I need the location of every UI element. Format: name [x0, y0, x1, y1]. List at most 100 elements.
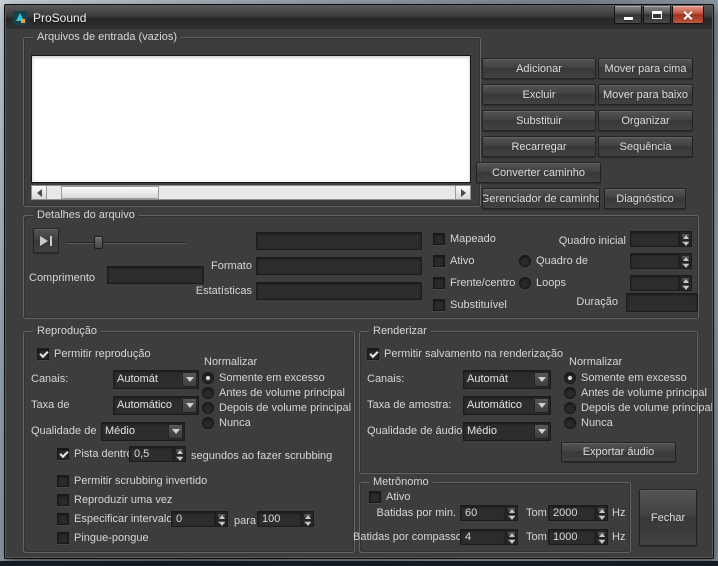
- range-checkbox[interactable]: [57, 513, 69, 525]
- scrub-seconds-spinner[interactable]: 0,5: [129, 446, 186, 462]
- playback-normalize-before-radio[interactable]: [202, 387, 214, 399]
- play-once-checkbox[interactable]: [57, 494, 69, 506]
- frame-of-spinner[interactable]: [630, 253, 692, 269]
- start-frame-input[interactable]: [630, 231, 679, 247]
- export-audio-button[interactable]: Exportar áudio: [561, 442, 676, 462]
- spinner-up-icon[interactable]: [681, 233, 690, 239]
- chevron-down-icon[interactable]: [182, 372, 197, 387]
- organize-button[interactable]: Organizar: [598, 110, 693, 131]
- render-rate-select[interactable]: Automático: [463, 396, 551, 415]
- start-frame-spinner[interactable]: [630, 231, 692, 247]
- scroll-right-button[interactable]: [455, 186, 470, 199]
- app-icon[interactable]: [13, 10, 27, 25]
- range-to-spinner[interactable]: 100: [257, 511, 314, 527]
- file-name-field[interactable]: [256, 232, 422, 250]
- metronome-active-checkbox[interactable]: [369, 491, 381, 503]
- spinner-up-icon[interactable]: [507, 531, 516, 537]
- duration-field[interactable]: [626, 293, 698, 312]
- loops-input[interactable]: [630, 275, 679, 291]
- play-button[interactable]: [33, 228, 59, 253]
- frame-of-input[interactable]: [630, 253, 679, 269]
- tone-low-spinner[interactable]: 1000: [548, 529, 608, 545]
- spinner-up-icon[interactable]: [175, 448, 184, 454]
- spinner-down-icon[interactable]: [175, 454, 184, 461]
- invert-scrub-checkbox[interactable]: [57, 475, 69, 487]
- spinner-up-icon[interactable]: [217, 513, 226, 519]
- remove-button[interactable]: Excluir: [482, 84, 596, 105]
- spinner-down-icon[interactable]: [597, 513, 606, 519]
- titlebar[interactable]: ProSound: [6, 6, 712, 29]
- chevron-down-icon[interactable]: [182, 398, 197, 413]
- render-normalize-excess-radio[interactable]: [564, 372, 576, 384]
- playback-quality-select[interactable]: Médio: [101, 422, 185, 441]
- render-normalize-after-radio[interactable]: [564, 402, 576, 414]
- spinner-down-icon[interactable]: [597, 537, 606, 543]
- add-button[interactable]: Adicionar: [482, 58, 596, 79]
- mapped-checkbox[interactable]: [433, 233, 445, 245]
- volume-slider-track[interactable]: [67, 242, 186, 244]
- beats-spinner[interactable]: 4: [460, 529, 518, 545]
- spinner-down-icon[interactable]: [507, 513, 516, 519]
- minimize-button[interactable]: [614, 6, 642, 24]
- spinner-up-icon[interactable]: [303, 513, 312, 519]
- scroll-track[interactable]: [47, 186, 455, 199]
- chevron-down-icon[interactable]: [534, 424, 549, 439]
- spinner-down-icon[interactable]: [681, 283, 690, 290]
- scrub-seconds-input[interactable]: 0,5: [129, 446, 173, 462]
- range-to-input[interactable]: 100: [257, 511, 301, 527]
- bpm-input[interactable]: 60: [460, 505, 505, 521]
- render-normalize-never-radio[interactable]: [564, 417, 576, 429]
- input-files-listbox[interactable]: [31, 55, 471, 183]
- range-from-input[interactable]: 0: [171, 511, 215, 527]
- active-checkbox[interactable]: [433, 255, 445, 267]
- move-up-button[interactable]: Mover para cima: [598, 58, 693, 79]
- render-channels-select[interactable]: Automát: [463, 370, 551, 389]
- reload-button[interactable]: Recarregar: [482, 136, 596, 157]
- spinner-down-icon[interactable]: [681, 261, 690, 268]
- path-manager-button[interactable]: Gerenciador de caminho: [482, 188, 600, 209]
- frame-of-radio[interactable]: [519, 255, 531, 267]
- bpm-spinner[interactable]: 60: [460, 505, 518, 521]
- scrub-checkbox[interactable]: [57, 448, 69, 460]
- spinner-down-icon[interactable]: [217, 519, 226, 525]
- loops-radio[interactable]: [519, 277, 531, 289]
- front-center-checkbox[interactable]: [433, 277, 445, 289]
- spinner-up-icon[interactable]: [681, 277, 690, 283]
- render-normalize-before-radio[interactable]: [564, 387, 576, 399]
- tone-high-input[interactable]: 2000: [548, 505, 595, 521]
- spinner-down-icon[interactable]: [303, 519, 312, 525]
- chevron-down-icon[interactable]: [534, 372, 549, 387]
- playback-normalize-after-radio[interactable]: [202, 402, 214, 414]
- listbox-hscrollbar[interactable]: [31, 185, 471, 200]
- scroll-left-button[interactable]: [32, 186, 47, 199]
- playback-channels-select[interactable]: Automát: [113, 370, 199, 389]
- ping-pong-checkbox[interactable]: [57, 532, 69, 544]
- sequence-button[interactable]: Sequência: [598, 136, 693, 157]
- enable-render-checkbox[interactable]: [367, 348, 379, 360]
- volume-slider-handle[interactable]: [94, 236, 103, 249]
- maximize-button[interactable]: [643, 6, 671, 24]
- diagnostics-button[interactable]: Diagnóstico: [604, 188, 686, 209]
- spinner-up-icon[interactable]: [597, 507, 606, 513]
- replaceable-checkbox[interactable]: [433, 299, 445, 311]
- tone-high-spinner[interactable]: 2000: [548, 505, 608, 521]
- spinner-down-icon[interactable]: [507, 537, 516, 543]
- spinner-down-icon[interactable]: [681, 239, 690, 245]
- spinner-up-icon[interactable]: [681, 255, 690, 261]
- playback-rate-select[interactable]: Automático: [113, 396, 199, 415]
- beats-input[interactable]: 4: [460, 529, 505, 545]
- chevron-down-icon[interactable]: [168, 424, 183, 439]
- playback-normalize-never-radio[interactable]: [202, 417, 214, 429]
- move-down-button[interactable]: Mover para baixo: [598, 84, 693, 105]
- format-field[interactable]: [256, 257, 422, 275]
- range-from-spinner[interactable]: 0: [171, 511, 228, 527]
- enable-playback-checkbox[interactable]: [37, 348, 49, 360]
- chevron-down-icon[interactable]: [534, 398, 549, 413]
- convert-path-button[interactable]: Converter caminho: [476, 162, 601, 183]
- scroll-thumb[interactable]: [61, 186, 159, 199]
- render-quality-select[interactable]: Médio: [463, 422, 551, 441]
- statistics-field[interactable]: [256, 282, 422, 300]
- replace-button[interactable]: Substituir: [482, 110, 596, 131]
- close-button[interactable]: [672, 6, 704, 24]
- close-dialog-button[interactable]: Fechar: [639, 489, 697, 546]
